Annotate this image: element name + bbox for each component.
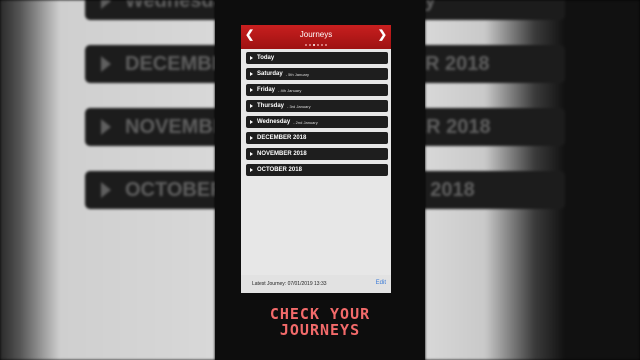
bg-row-label: DECEMBER 2018 xyxy=(425,52,490,75)
journey-list: Today Saturday - 5th January Friday - 4t… xyxy=(246,52,388,180)
disclosure-triangle-icon xyxy=(250,104,253,108)
phone-screen: ❮ Journeys ❯ Today Saturday - 5th Januar… xyxy=(241,25,391,293)
disclosure-triangle-icon xyxy=(250,88,253,92)
nav-bar: ❮ Journeys ❯ xyxy=(241,25,391,49)
row-label: Saturday xyxy=(257,71,283,77)
bg-row-label: Wednesday xyxy=(425,0,436,12)
page-dot xyxy=(317,44,319,46)
bg-row-label: DECEMBER 2018 xyxy=(125,52,215,75)
page-dot-active xyxy=(313,44,315,46)
list-item-month[interactable]: OCTOBER 2018 xyxy=(246,164,388,176)
background-right-panel: Wednesday DECEMBER 2018 NOVEMBER 2018 OC… xyxy=(425,0,640,360)
bg-row: Wednesday xyxy=(85,0,215,20)
page-dot xyxy=(325,44,327,46)
bg-row: OCTOBER 2018 xyxy=(425,171,565,209)
bg-row-label: NOVEMBER 2018 xyxy=(125,115,215,138)
list-item-today[interactable]: Today xyxy=(246,52,388,64)
row-label: Today xyxy=(257,55,275,61)
list-item-day[interactable]: Saturday - 5th January xyxy=(246,68,388,80)
latest-journey-text: Latest Journey: 07/01/2019 13:33 xyxy=(252,281,327,287)
list-item-day[interactable]: Wednesday - 2nd January xyxy=(246,116,388,128)
row-label: Friday xyxy=(257,87,276,93)
bg-row: Wednesday xyxy=(425,0,565,20)
bg-row: NOVEMBER 2018 xyxy=(85,108,215,146)
disclosure-triangle-icon xyxy=(250,120,253,124)
month-label: DECEMBER 2018 xyxy=(257,135,307,141)
bg-row-label: OCTOBER 2018 xyxy=(425,178,475,201)
row-date: - 4th January xyxy=(278,87,302,93)
disclosure-triangle-icon xyxy=(250,168,253,172)
list-item-day[interactable]: Friday - 4th January xyxy=(246,84,388,96)
bg-row: DECEMBER 2018 xyxy=(85,45,215,83)
bg-row-label: OCTOBER 2018 xyxy=(125,178,215,201)
nav-title: Journeys xyxy=(299,30,333,39)
page-indicator xyxy=(241,44,391,46)
disclosure-triangle-icon xyxy=(250,136,253,140)
list-item-day[interactable]: Thursday - 3rd January xyxy=(246,100,388,112)
list-item-month[interactable]: DECEMBER 2018 xyxy=(246,132,388,144)
bg-row-label: NOVEMBER 2018 xyxy=(425,115,491,138)
month-label: NOVEMBER 2018 xyxy=(257,151,307,157)
bg-row: NOVEMBER 2018 xyxy=(425,108,565,146)
row-date: - 2nd January xyxy=(293,119,318,125)
page-dot xyxy=(305,44,307,46)
chevron-right-icon[interactable]: ❯ xyxy=(378,29,387,41)
footer-bar: Latest Journey: 07/01/2019 13:33 Edit xyxy=(241,275,391,293)
video-caption: CHECK YOUR JOURNEYS xyxy=(215,306,425,338)
month-label: OCTOBER 2018 xyxy=(257,167,302,173)
disclosure-triangle-icon xyxy=(250,72,253,76)
bg-row-label: Wednesday xyxy=(125,0,215,12)
disclosure-triangle-icon xyxy=(250,152,253,156)
page-dot xyxy=(321,44,323,46)
list-item-month[interactable]: NOVEMBER 2018 xyxy=(246,148,388,160)
bg-row: DECEMBER 2018 xyxy=(425,45,565,83)
caption-line-2: JOURNEYS xyxy=(279,321,361,339)
caption-line-1: CHECK YOUR xyxy=(269,305,371,323)
row-label: Wednesday xyxy=(257,119,291,125)
row-date: - 5th January xyxy=(285,71,310,77)
background-left-panel: Wednesday DECEMBER 2018 NOVEMBER 2018 OC… xyxy=(0,0,215,360)
disclosure-triangle-icon xyxy=(250,56,253,60)
bg-row: OCTOBER 2018 xyxy=(85,171,215,209)
edit-button[interactable]: Edit xyxy=(376,280,386,286)
row-date: - 3rd January xyxy=(287,103,311,109)
row-label: Thursday xyxy=(257,103,285,109)
page-dot xyxy=(309,44,311,46)
